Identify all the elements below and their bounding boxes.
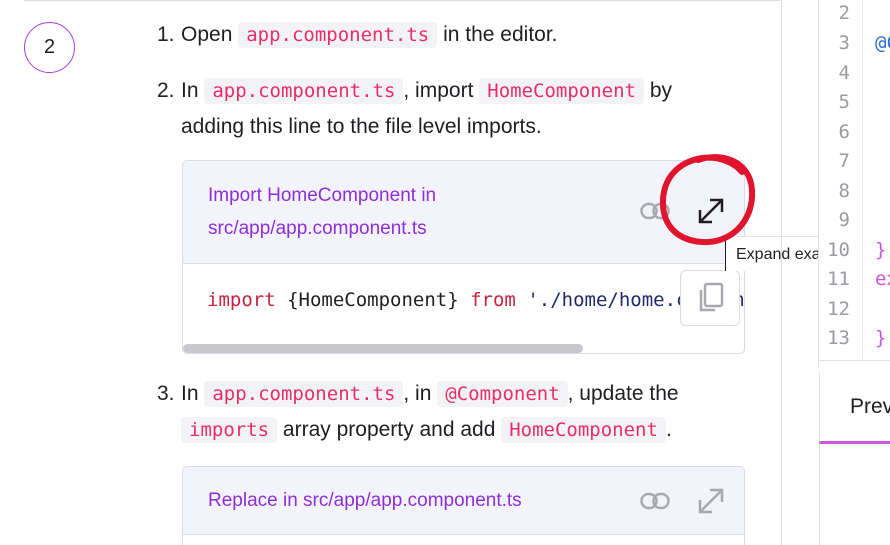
link-icon[interactable] xyxy=(638,484,672,518)
code-example-title: Replace in src/app/app.component.ts xyxy=(208,490,522,511)
code-example-header: Import HomeComponent in src/app/app.comp… xyxy=(183,161,744,264)
copy-button[interactable] xyxy=(680,270,740,326)
inline-code: @Component xyxy=(437,381,568,407)
instruction-3: 3. In app.component.ts, in @Component, u… xyxy=(157,381,679,443)
editor-line: 13} xyxy=(827,327,887,349)
editor-line: 4 xyxy=(838,62,850,84)
horizontal-scrollbar[interactable] xyxy=(183,344,583,353)
editor-line: 5 xyxy=(838,91,850,113)
step-number: 2 xyxy=(43,36,56,58)
code-example-replace: Replace in src/app/app.component.ts xyxy=(182,466,745,545)
copy-icon xyxy=(699,282,724,312)
code-snippet: import {HomeComponent} from './home/home… xyxy=(207,289,744,311)
inline-code: HomeComponent xyxy=(479,78,644,104)
inline-code: HomeComponent xyxy=(501,417,666,443)
inline-code: imports xyxy=(181,417,278,443)
panel-divider[interactable] xyxy=(781,0,782,545)
editor-line: 7 xyxy=(838,150,850,172)
code-example-title: Import HomeComponent in src/app/app.comp… xyxy=(208,185,437,239)
top-divider xyxy=(24,0,780,4)
expand-icon[interactable] xyxy=(694,484,728,518)
editor-line: 12 xyxy=(827,298,850,320)
code-example-header: Replace in src/app/app.component.ts xyxy=(183,467,744,535)
editor-line: 11ex xyxy=(827,268,890,290)
code-editor[interactable]: 2 3@C 4 5 6 7 8 9 10}) 11ex 12 13} xyxy=(818,0,890,367)
instruction-1: 1. Open app.component.ts in the editor. xyxy=(157,22,558,48)
code-example-import: Import HomeComponent in src/app/app.comp… xyxy=(182,160,745,354)
step-number-badge: 2 xyxy=(24,22,75,73)
editor-line: 8 xyxy=(838,180,850,202)
editor-line: 10}) xyxy=(827,239,890,261)
editor-scrollbar[interactable] xyxy=(818,360,890,370)
inline-code: app.component.ts xyxy=(204,381,404,407)
editor-gutter-rule xyxy=(862,0,863,360)
instruction-2: 2. In app.component.ts, import HomeCompo… xyxy=(157,78,672,138)
expand-icon[interactable] xyxy=(694,194,728,228)
inline-code: app.component.ts xyxy=(238,22,438,48)
editor-line: 9 xyxy=(838,209,850,231)
editor-line: 3@C xyxy=(838,32,890,54)
inline-code: app.component.ts xyxy=(204,78,404,104)
editor-line: 2 xyxy=(838,2,850,24)
tab-preview[interactable]: Preview xyxy=(819,372,890,444)
tab-preview-label: Preview xyxy=(850,395,890,418)
preview-pane-border xyxy=(819,444,820,545)
link-icon[interactable] xyxy=(638,194,672,228)
editor-line: 6 xyxy=(838,121,850,143)
